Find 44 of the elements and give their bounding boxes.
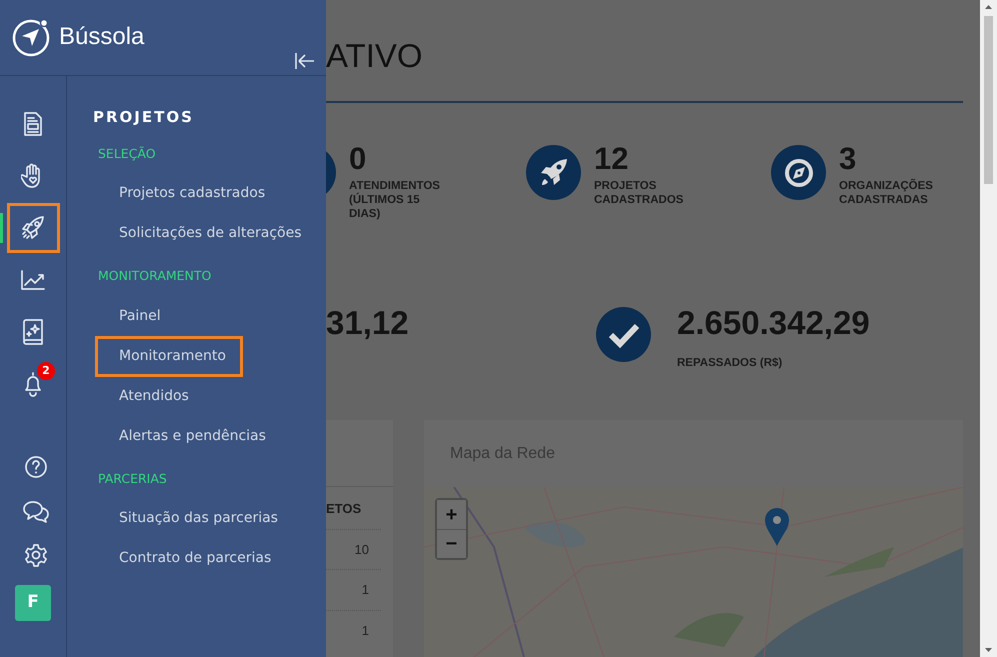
- total-label: REPASSADOS (R$): [677, 356, 784, 371]
- page-title: ATIVO: [326, 36, 424, 76]
- menu-item[interactable]: Monitoramento: [98, 338, 240, 374]
- menu-item[interactable]: Atendidos: [98, 378, 203, 414]
- scrollbar-thumb[interactable]: [984, 16, 993, 184]
- zoom-in-button[interactable]: +: [437, 500, 466, 530]
- menu-item[interactable]: Situação das parcerias: [98, 501, 292, 536]
- brand-name: Bússola: [59, 22, 144, 52]
- scrollbar[interactable]: [980, 0, 997, 657]
- map-pin-icon[interactable]: [764, 507, 790, 548]
- menu-item[interactable]: Projetos cadastrados: [98, 176, 280, 211]
- stat-value: 0: [349, 143, 368, 175]
- column-header: ETOS: [326, 500, 362, 518]
- stat-label: PROJETOS CADASTRADOS: [594, 179, 684, 207]
- menu-section-heading: SELEÇÃO: [98, 144, 157, 162]
- stat-value: 12: [594, 143, 630, 175]
- rocket-button[interactable]: [0, 203, 60, 253]
- settings-icon: [24, 543, 48, 567]
- line-chart-icon: [20, 269, 46, 291]
- menu-item[interactable]: Solicitações de alterações: [98, 216, 316, 251]
- table-cell: 10: [326, 528, 381, 570]
- stat-value: 3: [839, 143, 858, 175]
- collapse-sidebar-button[interactable]: [294, 52, 316, 70]
- stat-label: ATENDIMENTOS (ÚLTIMOS 15 DIAS): [349, 179, 441, 221]
- menu-item[interactable]: Alertas e pendências: [98, 418, 280, 454]
- total-value: 31,12: [326, 305, 409, 341]
- menu-section-heading: PARCERIAS: [98, 470, 168, 488]
- menu-section-heading: MONITORAMENTO: [98, 267, 212, 286]
- table-cell: 1: [326, 610, 381, 650]
- menu-item[interactable]: Painel: [98, 298, 175, 334]
- table-cell: 1: [326, 569, 381, 610]
- menu-item[interactable]: Contrato de parcerias: [98, 541, 286, 576]
- help-icon: [24, 455, 48, 479]
- rocket-icon: [20, 215, 46, 241]
- document-icon: [22, 112, 44, 136]
- chat-icon: [22, 499, 50, 523]
- menu-title: PROJETOS: [93, 107, 195, 128]
- stat-label: ORGANIZAÇÕES CADASTRADAS: [839, 179, 934, 207]
- bell-button[interactable]: 2: [0, 359, 60, 409]
- book-icon: [21, 319, 45, 345]
- compass-logo-icon: [11, 17, 51, 57]
- notification-badge: 2: [37, 362, 55, 380]
- total-value: 2.650.342,29: [677, 305, 870, 341]
- zoom-out-button[interactable]: −: [437, 529, 466, 558]
